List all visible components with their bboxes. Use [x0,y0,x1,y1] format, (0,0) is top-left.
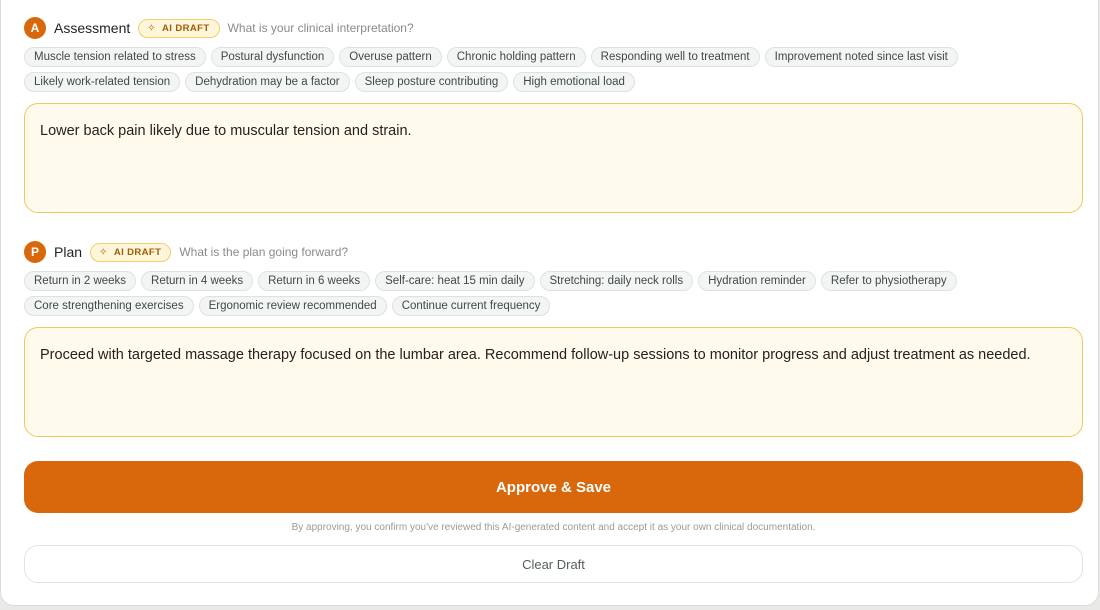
plan-letter-badge: P [24,241,46,263]
suggestion-chip[interactable]: Chronic holding pattern [446,47,586,67]
suggestion-chip[interactable]: Dehydration may be a factor [185,72,350,92]
assessment-textarea[interactable]: Lower back pain likely due to muscular t… [24,103,1083,213]
suggestion-chip[interactable]: Improvement noted since last visit [764,47,958,67]
suggestion-chip[interactable]: Responding well to treatment [590,47,760,67]
ai-draft-badge: ✧ AI DRAFT [90,242,172,262]
suggestion-chip[interactable]: Stretching: daily neck rolls [539,271,694,291]
approve-save-button[interactable]: Approve & Save [24,461,1083,513]
sparkle-icon: ✧ [147,22,157,34]
suggestion-chip[interactable]: Sleep posture contributing [354,72,509,92]
suggestion-chip[interactable]: Continue current frequency [391,296,551,316]
ai-draft-label: AI DRAFT [162,22,210,34]
assessment-header: A Assessment ✧ AI DRAFT What is your cli… [24,17,1083,39]
plan-header: P Plan ✧ AI DRAFT What is the plan going… [24,241,1083,263]
plan-prompt: What is the plan going forward? [179,245,349,259]
assessment-letter-badge: A [24,17,46,39]
sparkle-icon: ✧ [99,246,108,258]
plan-section: P Plan ✧ AI DRAFT What is the plan going… [24,241,1083,437]
soap-note-card: A Assessment ✧ AI DRAFT What is your cli… [0,0,1099,606]
ai-draft-badge: ✧ AI DRAFT [138,18,220,38]
assessment-section: A Assessment ✧ AI DRAFT What is your cli… [24,17,1083,213]
suggestion-chip[interactable]: Postural dysfunction [210,47,335,67]
suggestion-chip[interactable]: High emotional load [513,72,635,92]
suggestion-chip[interactable]: Overuse pattern [339,47,442,67]
suggestion-chip[interactable]: Core strengthening exercises [24,296,194,316]
suggestion-chip[interactable]: Return in 2 weeks [24,271,137,291]
suggestion-chip[interactable]: Hydration reminder [698,271,816,291]
assessment-prompt: What is your clinical interpretation? [227,21,414,35]
clear-draft-button[interactable]: Clear Draft [24,545,1083,583]
plan-textarea[interactable]: Proceed with targeted massage therapy fo… [24,327,1083,437]
ai-draft-label: AI DRAFT [113,246,162,258]
plan-title: Plan [54,244,83,260]
suggestion-chip[interactable]: Return in 4 weeks [141,271,254,291]
suggestion-chip[interactable]: Muscle tension related to stress [24,47,206,67]
suggestion-chip[interactable]: Likely work-related tension [24,72,181,92]
approval-disclaimer: By approving, you confirm you've reviewe… [291,522,816,533]
suggestion-chip[interactable]: Self-care: heat 15 min daily [375,271,535,291]
assessment-suggestion-chips: Muscle tension related to stress Postura… [24,47,1083,97]
suggestion-chip[interactable]: Ergonomic review recommended [198,296,387,316]
suggestion-chip[interactable]: Return in 6 weeks [258,271,371,291]
plan-suggestion-chips: Return in 2 weeks Return in 4 weeks Retu… [24,271,1083,321]
suggestion-chip[interactable]: Refer to physiotherapy [820,271,957,291]
assessment-title: Assessment [54,20,131,36]
